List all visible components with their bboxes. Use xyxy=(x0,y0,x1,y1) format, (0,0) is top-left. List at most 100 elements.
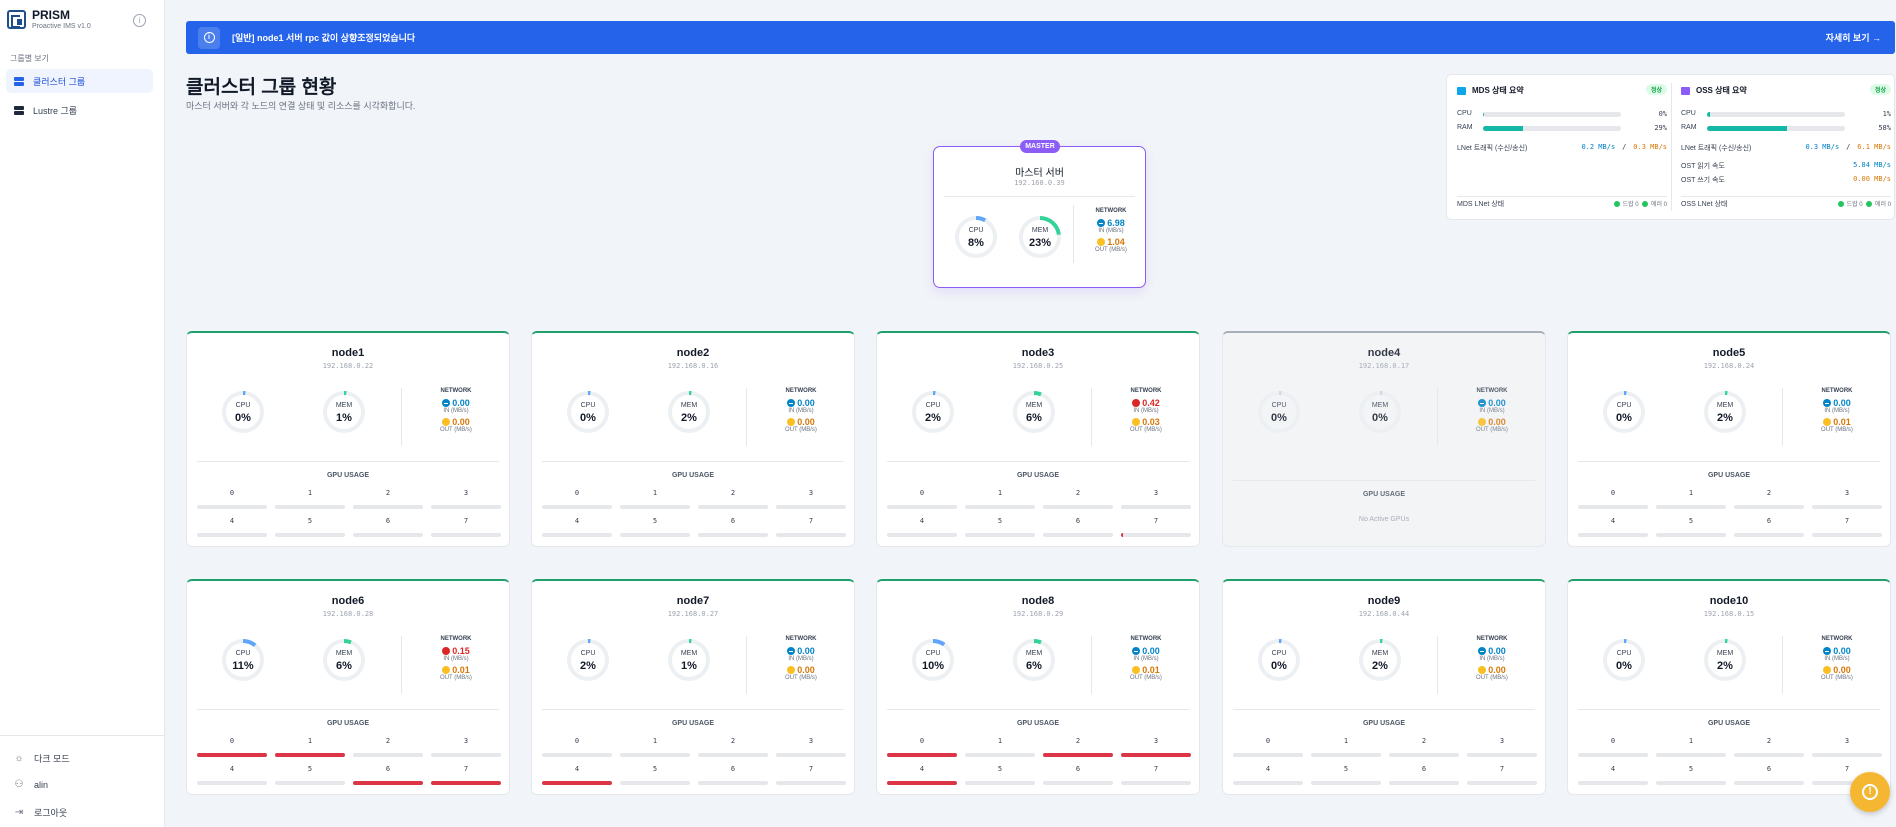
gpu-slot[interactable]: 3 xyxy=(1812,489,1882,509)
gpu-slot[interactable]: 4 xyxy=(887,517,957,537)
gpu-slot[interactable]: 2 xyxy=(1734,737,1804,757)
error-icon xyxy=(442,647,451,655)
gpu-slot[interactable]: 3 xyxy=(431,489,501,509)
gpu-slot[interactable]: 6 xyxy=(1734,765,1804,785)
master-server-card[interactable]: MASTER 마스터 서버 192.168.0.39 CPU 8% MEM 23… xyxy=(933,140,1146,288)
gpu-slot[interactable]: 4 xyxy=(1578,517,1648,537)
node-card[interactable]: node9 192.168.0.44 CPU 0% MEM 2% NETWORK 0.00 IN… xyxy=(1222,579,1546,795)
network-in-unit: IN (MB/s) xyxy=(1133,656,1159,662)
gpu-slot[interactable]: 5 xyxy=(965,517,1035,537)
gpu-slot[interactable]: 1 xyxy=(275,489,345,509)
gpu-slot[interactable]: 4 xyxy=(887,765,957,785)
gpu-slot[interactable]: 3 xyxy=(1121,737,1191,757)
gpu-slot[interactable]: 7 xyxy=(1121,765,1191,785)
gpu-slot[interactable]: 0 xyxy=(197,737,267,757)
info-icon[interactable]: i xyxy=(133,14,146,27)
gpu-slot[interactable]: 0 xyxy=(542,737,612,757)
gpu-slot[interactable]: 3 xyxy=(1812,737,1882,757)
gpu-slot[interactable]: 4 xyxy=(1578,765,1648,785)
gpu-slot[interactable]: 3 xyxy=(776,489,846,509)
gpu-slot[interactable]: 4 xyxy=(197,765,267,785)
gpu-slot[interactable]: 5 xyxy=(275,517,345,537)
gpu-slot[interactable]: 5 xyxy=(1311,765,1381,785)
gpu-slot[interactable]: 6 xyxy=(353,765,423,785)
gpu-slot[interactable]: 7 xyxy=(431,765,501,785)
gpu-slot[interactable]: 4 xyxy=(1233,765,1303,785)
gpu-slot[interactable]: 4 xyxy=(542,517,612,537)
gpu-slot[interactable]: 7 xyxy=(1121,517,1191,537)
server-icon xyxy=(1681,86,1690,95)
gpu-slot[interactable]: 0 xyxy=(887,737,957,757)
node-card[interactable]: node10 192.168.0.15 CPU 0% MEM 2% NETWORK 0.00 I… xyxy=(1567,579,1891,795)
gpu-slot[interactable]: 5 xyxy=(620,517,690,537)
node-card[interactable]: node1 192.168.0.22 CPU 0% MEM 1% NETWORK 0.00 IN… xyxy=(186,331,510,547)
gpu-slot[interactable]: 1 xyxy=(965,737,1035,757)
gpu-slot[interactable]: 5 xyxy=(965,765,1035,785)
node-card[interactable]: node4 192.168.0.17 CPU 0% MEM 0% NETWORK 0.00 IN… xyxy=(1222,331,1546,547)
cpu-gauge: CPU 0% xyxy=(1257,638,1301,682)
gpu-slot[interactable]: 5 xyxy=(620,765,690,785)
gpu-slot[interactable]: 1 xyxy=(965,489,1035,509)
gpu-slot[interactable]: 7 xyxy=(776,517,846,537)
gpu-slot[interactable]: 3 xyxy=(431,737,501,757)
logout-button[interactable]: ⇥ 로그아웃 xyxy=(13,806,67,819)
node-card[interactable]: node8 192.168.0.29 CPU 10% MEM 6% NETWORK 0.00 I… xyxy=(876,579,1200,795)
gpu-slot[interactable]: 4 xyxy=(197,517,267,537)
node-card[interactable]: node7 192.168.0.27 CPU 2% MEM 1% NETWORK 0.00 IN… xyxy=(531,579,855,795)
gpu-slot[interactable]: 7 xyxy=(1467,765,1537,785)
divider xyxy=(944,196,1135,197)
sidebar-item-lustre-group[interactable]: Lustre 그룹 xyxy=(6,98,153,122)
gpu-slot[interactable]: 5 xyxy=(1656,517,1726,537)
gpu-slot[interactable]: 4 xyxy=(542,765,612,785)
gpu-slot[interactable]: 1 xyxy=(620,489,690,509)
gpu-slot[interactable]: 1 xyxy=(1656,737,1726,757)
gpu-slot[interactable]: 2 xyxy=(353,737,423,757)
gpu-slot[interactable]: 6 xyxy=(1043,765,1113,785)
gpu-slot[interactable]: 3 xyxy=(1467,737,1537,757)
gpu-slot[interactable]: 2 xyxy=(1389,737,1459,757)
gpu-slot[interactable]: 1 xyxy=(1311,737,1381,757)
gpu-slot[interactable]: 2 xyxy=(698,489,768,509)
gpu-slot[interactable]: 7 xyxy=(431,517,501,537)
alert-fab[interactable]: ! xyxy=(1850,772,1890,812)
gpu-slot[interactable]: 3 xyxy=(776,737,846,757)
gpu-slot[interactable]: 7 xyxy=(1812,517,1882,537)
gpu-slot[interactable]: 2 xyxy=(698,737,768,757)
gpu-slot[interactable]: 6 xyxy=(1734,517,1804,537)
gpu-slot[interactable]: 6 xyxy=(698,765,768,785)
gpu-slot[interactable]: 1 xyxy=(1656,489,1726,509)
gpu-slot[interactable]: 0 xyxy=(197,489,267,509)
gpu-slot[interactable]: 2 xyxy=(1043,737,1113,757)
gpu-slot[interactable]: 6 xyxy=(698,517,768,537)
gpu-index: 6 xyxy=(1766,765,1772,773)
gpu-slot[interactable]: 7 xyxy=(776,765,846,785)
gpu-slot[interactable]: 0 xyxy=(542,489,612,509)
gpu-slot[interactable]: 2 xyxy=(1734,489,1804,509)
gpu-index: 0 xyxy=(229,737,235,745)
gpu-slot[interactable]: 0 xyxy=(1233,737,1303,757)
gpu-slot[interactable]: 3 xyxy=(1121,489,1191,509)
node-card[interactable]: node6 192.168.0.28 CPU 11% MEM 6% NETWORK 0.15 I… xyxy=(186,579,510,795)
gpu-slot[interactable]: 0 xyxy=(1578,737,1648,757)
gpu-slot[interactable]: 6 xyxy=(353,517,423,537)
gpu-slot[interactable]: 5 xyxy=(275,765,345,785)
gpu-slot[interactable]: 6 xyxy=(1389,765,1459,785)
banner-details-link[interactable]: 자세히 보기 → xyxy=(1826,31,1881,44)
gpu-slot[interactable]: 6 xyxy=(1043,517,1113,537)
network-in-value: 0.42 xyxy=(1142,398,1160,408)
gpu-slot[interactable]: 0 xyxy=(1578,489,1648,509)
sidebar-item-cluster-group[interactable]: 클러스터 그룹 xyxy=(6,69,153,93)
user-profile[interactable]: ⚇ alin xyxy=(13,779,49,791)
gpu-slot[interactable]: 0 xyxy=(887,489,957,509)
node-card[interactable]: node5 192.168.0.24 CPU 0% MEM 2% NETWORK 0.00 IN… xyxy=(1567,331,1891,547)
gpu-slot[interactable]: 1 xyxy=(620,737,690,757)
brand[interactable]: PRISM Proactive IMS v1.0 xyxy=(7,9,91,30)
gpu-slot[interactable]: 5 xyxy=(1656,765,1726,785)
gpu-usage-bar xyxy=(542,753,612,757)
gpu-slot[interactable]: 2 xyxy=(1043,489,1113,509)
dark-mode-toggle[interactable]: ☼ 다크 모드 xyxy=(13,752,69,765)
node-card[interactable]: node3 192.168.0.25 CPU 2% MEM 6% NETWORK 0.42 IN… xyxy=(876,331,1200,547)
node-card[interactable]: node2 192.168.0.16 CPU 0% MEM 2% NETWORK 0.00 IN… xyxy=(531,331,855,547)
gpu-slot[interactable]: 1 xyxy=(275,737,345,757)
gpu-slot[interactable]: 2 xyxy=(353,489,423,509)
